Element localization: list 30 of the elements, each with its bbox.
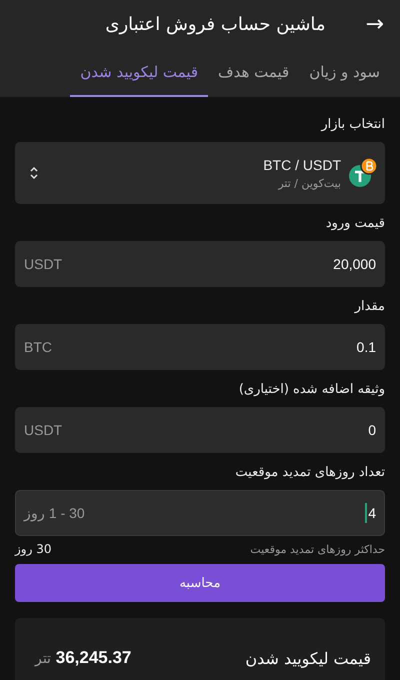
pair-subtitle: بیت‌کوین / تتر	[276, 176, 341, 190]
tab[interactable]: سود و زیان	[299, 48, 390, 97]
unit-label: 30 - 1 روز	[24, 505, 85, 521]
hint-value: 30 روز	[15, 542, 52, 556]
input-field[interactable]: BTC 0.1	[15, 324, 385, 370]
field-label: تعداد روزهای تمدید موقعیت	[234, 465, 385, 480]
field-label: وثیقه اضافه شده (اختیاری)	[238, 382, 385, 397]
tab[interactable]: قیمت هدف	[208, 48, 300, 97]
result-label: قیمت لیکویید شدن	[245, 648, 371, 668]
unit-label: USDT	[24, 422, 62, 438]
calculate-button[interactable]: محاسبه	[15, 564, 385, 602]
field-value: 0.1	[356, 339, 376, 355]
unit-label: BTC	[24, 339, 52, 355]
coin-pair-icon	[349, 158, 377, 188]
chevron-up-down-icon	[29, 165, 39, 181]
back-button[interactable]: →	[366, 12, 384, 36]
field-value: 4	[368, 505, 376, 521]
field-label: انتخاب بازار	[320, 117, 385, 132]
tab[interactable]: قیمت لیکویید شدن	[70, 48, 208, 97]
field-label: مقدار	[353, 299, 385, 314]
field-value: 20,000	[333, 256, 376, 272]
field-label: قیمت ورود	[324, 216, 385, 231]
input-field[interactable]: USDT 20,000	[15, 241, 385, 287]
text-cursor	[365, 503, 368, 523]
pair-name: BTC / USDT	[262, 156, 341, 172]
input-field[interactable]: USDT 0	[15, 407, 385, 453]
hint-text: حداکثر روزهای تمدید موقعیت	[250, 542, 385, 556]
unit-label: USDT	[24, 256, 62, 272]
page-title: ماشین حساب فروش اعتباری	[105, 14, 326, 34]
field-value: 0	[368, 422, 376, 438]
